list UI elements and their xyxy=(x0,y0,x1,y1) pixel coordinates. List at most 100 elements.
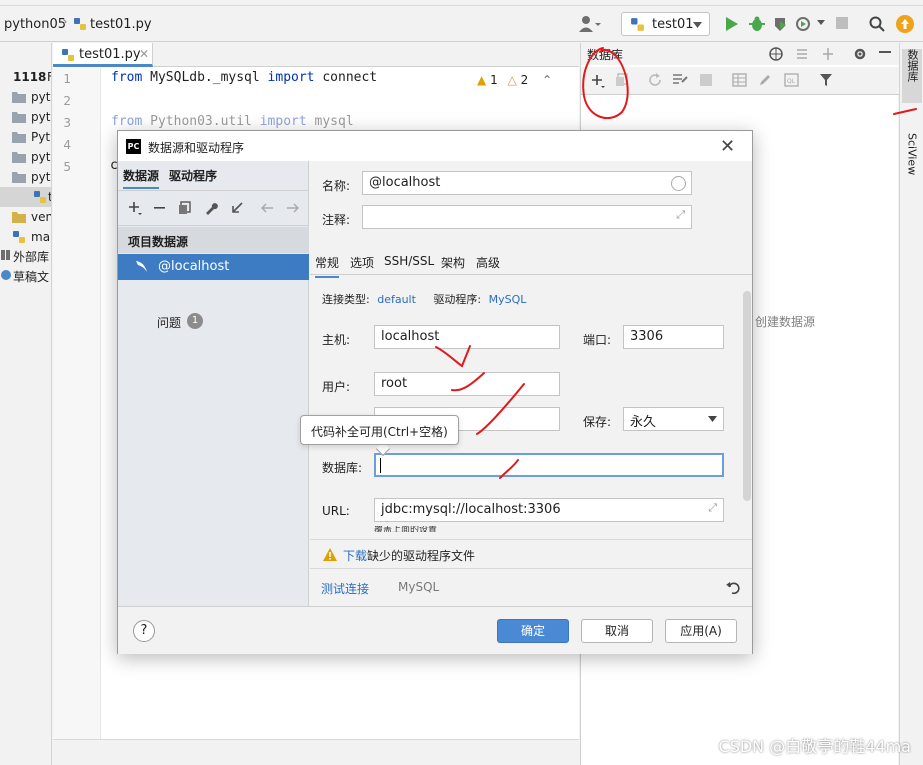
test-connection-link[interactable]: 测试连接 xyxy=(321,580,369,597)
close-icon[interactable]: ✕ xyxy=(139,47,149,61)
project-tree-item[interactable]: mai xyxy=(0,227,52,247)
breadcrumb-separator: › xyxy=(62,14,68,30)
code-keyword: from xyxy=(111,70,143,85)
breadcrumb-project[interactable]: python05 xyxy=(4,17,66,32)
chevron-down-icon[interactable] xyxy=(817,20,825,25)
table-icon[interactable] xyxy=(732,73,747,87)
edit-icon[interactable] xyxy=(758,73,772,87)
collapse-all-icon[interactable] xyxy=(795,47,809,61)
code-completion-tooltip: 代码补全可用(Ctrl+空格) xyxy=(300,415,459,445)
folder-icon xyxy=(12,112,26,123)
project-tree-item[interactable]: 草稿文 xyxy=(0,265,51,285)
stop-icon[interactable] xyxy=(835,16,849,30)
expand-icon[interactable]: ⤢ xyxy=(708,501,717,515)
back-arrow-icon[interactable] xyxy=(260,203,274,213)
tab-options[interactable]: 选项 xyxy=(350,254,374,271)
settings-scrollbar[interactable] xyxy=(743,291,751,501)
code-line[interactable]: from MySQLdb._mysql import connect xyxy=(111,70,377,85)
add-icon[interactable] xyxy=(590,73,606,89)
download-driver-link[interactable]: 下载 xyxy=(343,549,367,563)
dialog-title-bar[interactable]: PC 数据源和驱动程序 ✕ xyxy=(118,131,752,161)
cancel-button[interactable]: 取消 xyxy=(581,619,653,643)
code-line[interactable]: from Python03.util import mysql xyxy=(111,114,354,129)
driver-link[interactable]: MySQL xyxy=(489,293,527,306)
project-tree-item[interactable]: t xyxy=(0,187,51,207)
run-configuration-select[interactable]: test01 xyxy=(621,12,710,36)
color-circle-icon[interactable] xyxy=(671,176,686,191)
host-field[interactable]: localhost xyxy=(374,325,560,349)
minimize-icon[interactable] xyxy=(879,51,891,54)
python-file-icon xyxy=(13,231,25,243)
remove-icon[interactable] xyxy=(154,207,165,209)
copy-icon[interactable] xyxy=(615,73,629,87)
scratches-icon xyxy=(1,270,11,280)
editor-tab-test01[interactable]: test01.py ✕ xyxy=(53,43,153,67)
chevron-up-icon[interactable]: ⌃ xyxy=(542,73,552,87)
profile-icon[interactable] xyxy=(795,16,811,32)
problems-label[interactable]: 问题 xyxy=(157,314,181,331)
dialog-footer: ? 确定 取消 应用(A) xyxy=(118,606,752,654)
help-button[interactable]: ? xyxy=(133,620,155,642)
reset-icon[interactable] xyxy=(726,581,740,595)
update-icon[interactable] xyxy=(896,15,914,33)
svg-text:QL: QL xyxy=(787,78,796,85)
duplicate-icon[interactable] xyxy=(178,201,192,215)
host-value: localhost xyxy=(381,329,440,344)
tab-advanced[interactable]: 高级 xyxy=(476,254,500,271)
project-tree-item[interactable]: pyth xyxy=(0,147,51,167)
user-field[interactable]: root xyxy=(374,372,560,396)
breadcrumb-file[interactable]: test01.py xyxy=(90,17,152,32)
import-icon[interactable] xyxy=(230,201,244,215)
debug-icon[interactable] xyxy=(749,16,765,32)
database-field[interactable] xyxy=(374,453,724,477)
user-value: root xyxy=(381,376,408,391)
comment-field[interactable]: ⤢ xyxy=(362,205,692,229)
apply-button[interactable]: 应用(A) xyxy=(665,619,737,643)
query-console-icon[interactable]: QL xyxy=(784,73,799,87)
name-field[interactable]: @localhost xyxy=(362,171,692,195)
project-data-sources-header: 项目数据源 xyxy=(118,227,309,253)
port-field[interactable]: 3306 xyxy=(623,325,724,349)
project-tree-item[interactable]: Pyth xyxy=(0,127,51,147)
forward-arrow-icon[interactable] xyxy=(286,203,300,213)
tab-drivers[interactable]: 驱动程序 xyxy=(169,167,217,184)
tree-item-label: mai xyxy=(31,230,52,244)
data-source-toolbar xyxy=(118,192,309,226)
url-field[interactable]: jdbc:mysql://localhost:3306 ⤢ xyxy=(374,498,724,522)
database-empty-hint[interactable]: 创建数据源 xyxy=(755,313,815,330)
schema-icon[interactable] xyxy=(672,73,688,87)
project-tree-item[interactable]: pyth xyxy=(0,107,51,127)
stop-icon[interactable] xyxy=(700,74,712,86)
gear-icon[interactable] xyxy=(853,47,867,61)
project-tree-item[interactable]: pyth xyxy=(0,87,51,107)
data-source-item-localhost[interactable]: @localhost xyxy=(118,254,309,280)
expand-icon[interactable]: ⤢ xyxy=(676,208,685,222)
search-icon[interactable] xyxy=(869,16,885,32)
add-icon[interactable] xyxy=(128,201,144,217)
ok-button[interactable]: 确定 xyxy=(497,619,569,643)
expand-all-icon[interactable] xyxy=(821,47,835,61)
warning-text-row: 下载缺少的驱动程序文件 xyxy=(343,547,475,564)
sciview-tool-tab[interactable]: SciView xyxy=(902,133,922,193)
project-tree-item[interactable]: pyth xyxy=(0,167,51,187)
filter-icon[interactable] xyxy=(819,73,833,87)
tab-schemas[interactable]: 架构 xyxy=(441,254,465,271)
database-tool-tab[interactable]: 数据库 xyxy=(902,49,922,103)
tab-general[interactable]: 常规 xyxy=(315,254,340,278)
warning-icon: ▲ xyxy=(477,73,487,87)
wrench-icon[interactable] xyxy=(204,201,218,215)
tab-ssh-ssl[interactable]: SSH/SSL xyxy=(384,254,434,268)
project-tree-item[interactable]: 外部库 xyxy=(0,245,51,265)
run-with-coverage-icon[interactable] xyxy=(773,16,789,32)
globe-icon[interactable] xyxy=(769,47,783,61)
project-tree-item[interactable]: ven xyxy=(0,207,51,227)
close-icon[interactable]: ✕ xyxy=(720,136,735,157)
save-password-select[interactable]: 永久 xyxy=(623,407,724,431)
user-account-icon[interactable] xyxy=(579,15,601,33)
project-tree-item[interactable]: 1118F xyxy=(0,67,51,87)
run-icon[interactable] xyxy=(725,16,739,32)
connection-type-link[interactable]: default xyxy=(377,293,416,306)
refresh-icon[interactable] xyxy=(648,73,662,87)
tab-data-sources[interactable]: 数据源 xyxy=(123,167,160,189)
inspection-widget[interactable]: ▲ 1 △ 2 ⌃ xyxy=(477,73,552,87)
